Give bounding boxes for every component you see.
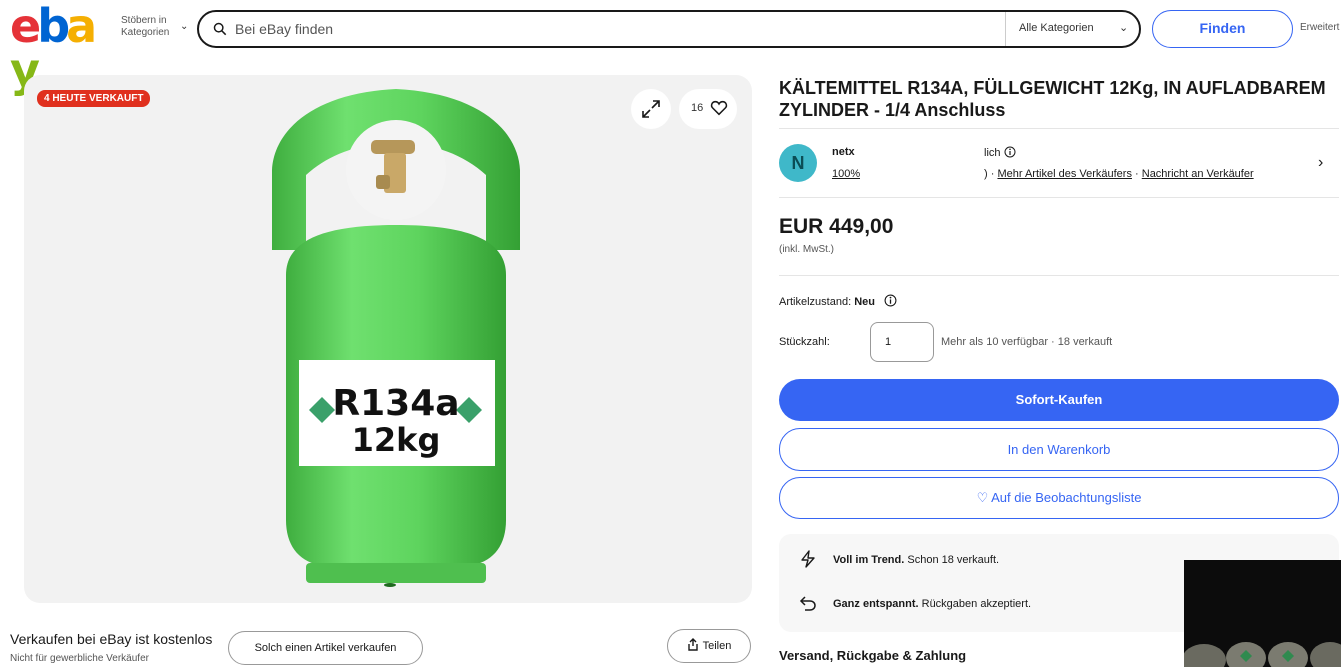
product-image: R134a 12kg <box>272 89 520 587</box>
cylinder-label-line1: R134a <box>332 383 459 424</box>
return-arrow-icon <box>799 596 816 611</box>
quantity-input[interactable] <box>870 322 934 362</box>
divider <box>779 197 1339 198</box>
browse-categories[interactable]: Stöbern in Kategorien <box>121 15 169 39</box>
seller-info-fragment: lich <box>984 147 1001 159</box>
add-to-watchlist-button[interactable]: ♡ Auf die Beobachtungsliste <box>779 477 1339 519</box>
seller-avatar[interactable]: N <box>779 144 817 182</box>
search-icon <box>213 22 227 36</box>
add-to-cart-button[interactable]: In den Warenkorb <box>779 428 1339 471</box>
condition-label: Artikelzustand: <box>779 296 855 308</box>
chevron-down-icon[interactable]: ⌄ <box>1119 21 1128 34</box>
trend-rest: Schon 18 verkauft. <box>904 554 1000 566</box>
share-label: Teilen <box>702 640 732 652</box>
product-image-gallery[interactable]: R134a 12kg 4 HEUTE VERKAUFT 16 <box>24 75 752 603</box>
shipping-heading: Versand, Rückgabe & Zahlung <box>779 648 967 663</box>
quantity-label: Stückzahl: <box>779 336 830 348</box>
seller-info-text: lich <box>984 146 1016 159</box>
share-icon <box>687 638 698 651</box>
share-button[interactable]: Teilen <box>667 629 751 663</box>
cylinder-label-line2: 12kg <box>352 421 441 459</box>
return-bold: Ganz entspannt. <box>833 598 919 610</box>
link-separator: · <box>1131 168 1142 180</box>
expand-icon <box>642 100 660 118</box>
lightning-icon <box>801 550 815 568</box>
price-note: (inkl. MwSt.) <box>779 244 834 255</box>
return-rest: Rückgaben akzeptiert. <box>918 598 1032 610</box>
ebay-logo[interactable]: ebay <box>10 0 110 93</box>
category-select[interactable]: Alle Kategorien <box>1019 22 1094 34</box>
message-seller-link[interactable]: Nachricht an Verkäufer <box>1142 168 1254 180</box>
search-divider <box>1005 12 1006 46</box>
sold-today-badge: 4 HEUTE VERKAUFT <box>37 90 151 107</box>
browse-label-line1: Stöbern in <box>121 15 167 26</box>
divider <box>779 128 1339 129</box>
info-icon[interactable] <box>884 294 897 307</box>
seller-links-prefix: ) · <box>984 168 998 180</box>
site-header: ebay Stöbern in Kategorien ⌄ Alle Katego… <box>0 0 1341 93</box>
sell-subtitle: Nicht für gewerbliche Verkäufer <box>10 653 149 664</box>
search-bar: Alle Kategorien ⌄ <box>197 10 1141 48</box>
trend-bold: Voll im Trend. <box>833 554 905 566</box>
watch-button[interactable]: 16 <box>679 89 737 129</box>
condition: Artikelzustand: Neu <box>779 294 897 308</box>
seller-feedback[interactable]: 100% <box>832 168 860 180</box>
price: EUR 449,00 <box>779 215 894 238</box>
more-items-link[interactable]: Mehr Artikel des Verkäufers <box>997 168 1132 180</box>
quantity-availability: Mehr als 10 verfügbar · 18 verkauft <box>941 336 1113 348</box>
chevron-right-icon[interactable]: › <box>1318 154 1323 172</box>
heart-icon <box>710 100 728 116</box>
search-input[interactable] <box>235 12 995 46</box>
chevron-down-icon[interactable]: ⌄ <box>180 21 188 32</box>
listing-title: KÄLTEMITTEL R134A, FÜLLGEWICHT 12Kg, IN … <box>779 78 1326 120</box>
video-thumbnail[interactable] <box>1184 560 1341 667</box>
sell-title: Verkaufen bei eBay ist kostenlos <box>10 631 213 647</box>
logo-letter-b: b <box>37 0 70 53</box>
browse-label-line2: Kategorien <box>121 27 170 38</box>
seller-name[interactable]: netx <box>832 146 860 158</box>
video-frame <box>1184 560 1341 667</box>
sell-similar-button[interactable]: Solch einen Artikel verkaufen <box>228 631 423 665</box>
expand-image-button[interactable] <box>631 89 671 129</box>
advanced-search-link[interactable]: Erweitert <box>1300 22 1339 33</box>
info-icon[interactable] <box>1004 146 1016 158</box>
seller-links: ) · Mehr Artikel des Verkäufers · Nachri… <box>984 168 1254 180</box>
find-button[interactable]: Finden <box>1152 10 1293 48</box>
watch-count: 16 <box>691 102 704 114</box>
logo-letter-a: a <box>66 0 97 53</box>
buy-now-button[interactable]: Sofort-Kaufen <box>779 379 1339 421</box>
logo-letter-e: e <box>10 0 41 53</box>
trend-text: Voll im Trend. Schon 18 verkauft. <box>833 554 999 566</box>
condition-value: Neu <box>854 296 875 308</box>
divider <box>779 275 1339 276</box>
return-text: Ganz entspannt. Rückgaben akzeptiert. <box>833 598 1031 610</box>
